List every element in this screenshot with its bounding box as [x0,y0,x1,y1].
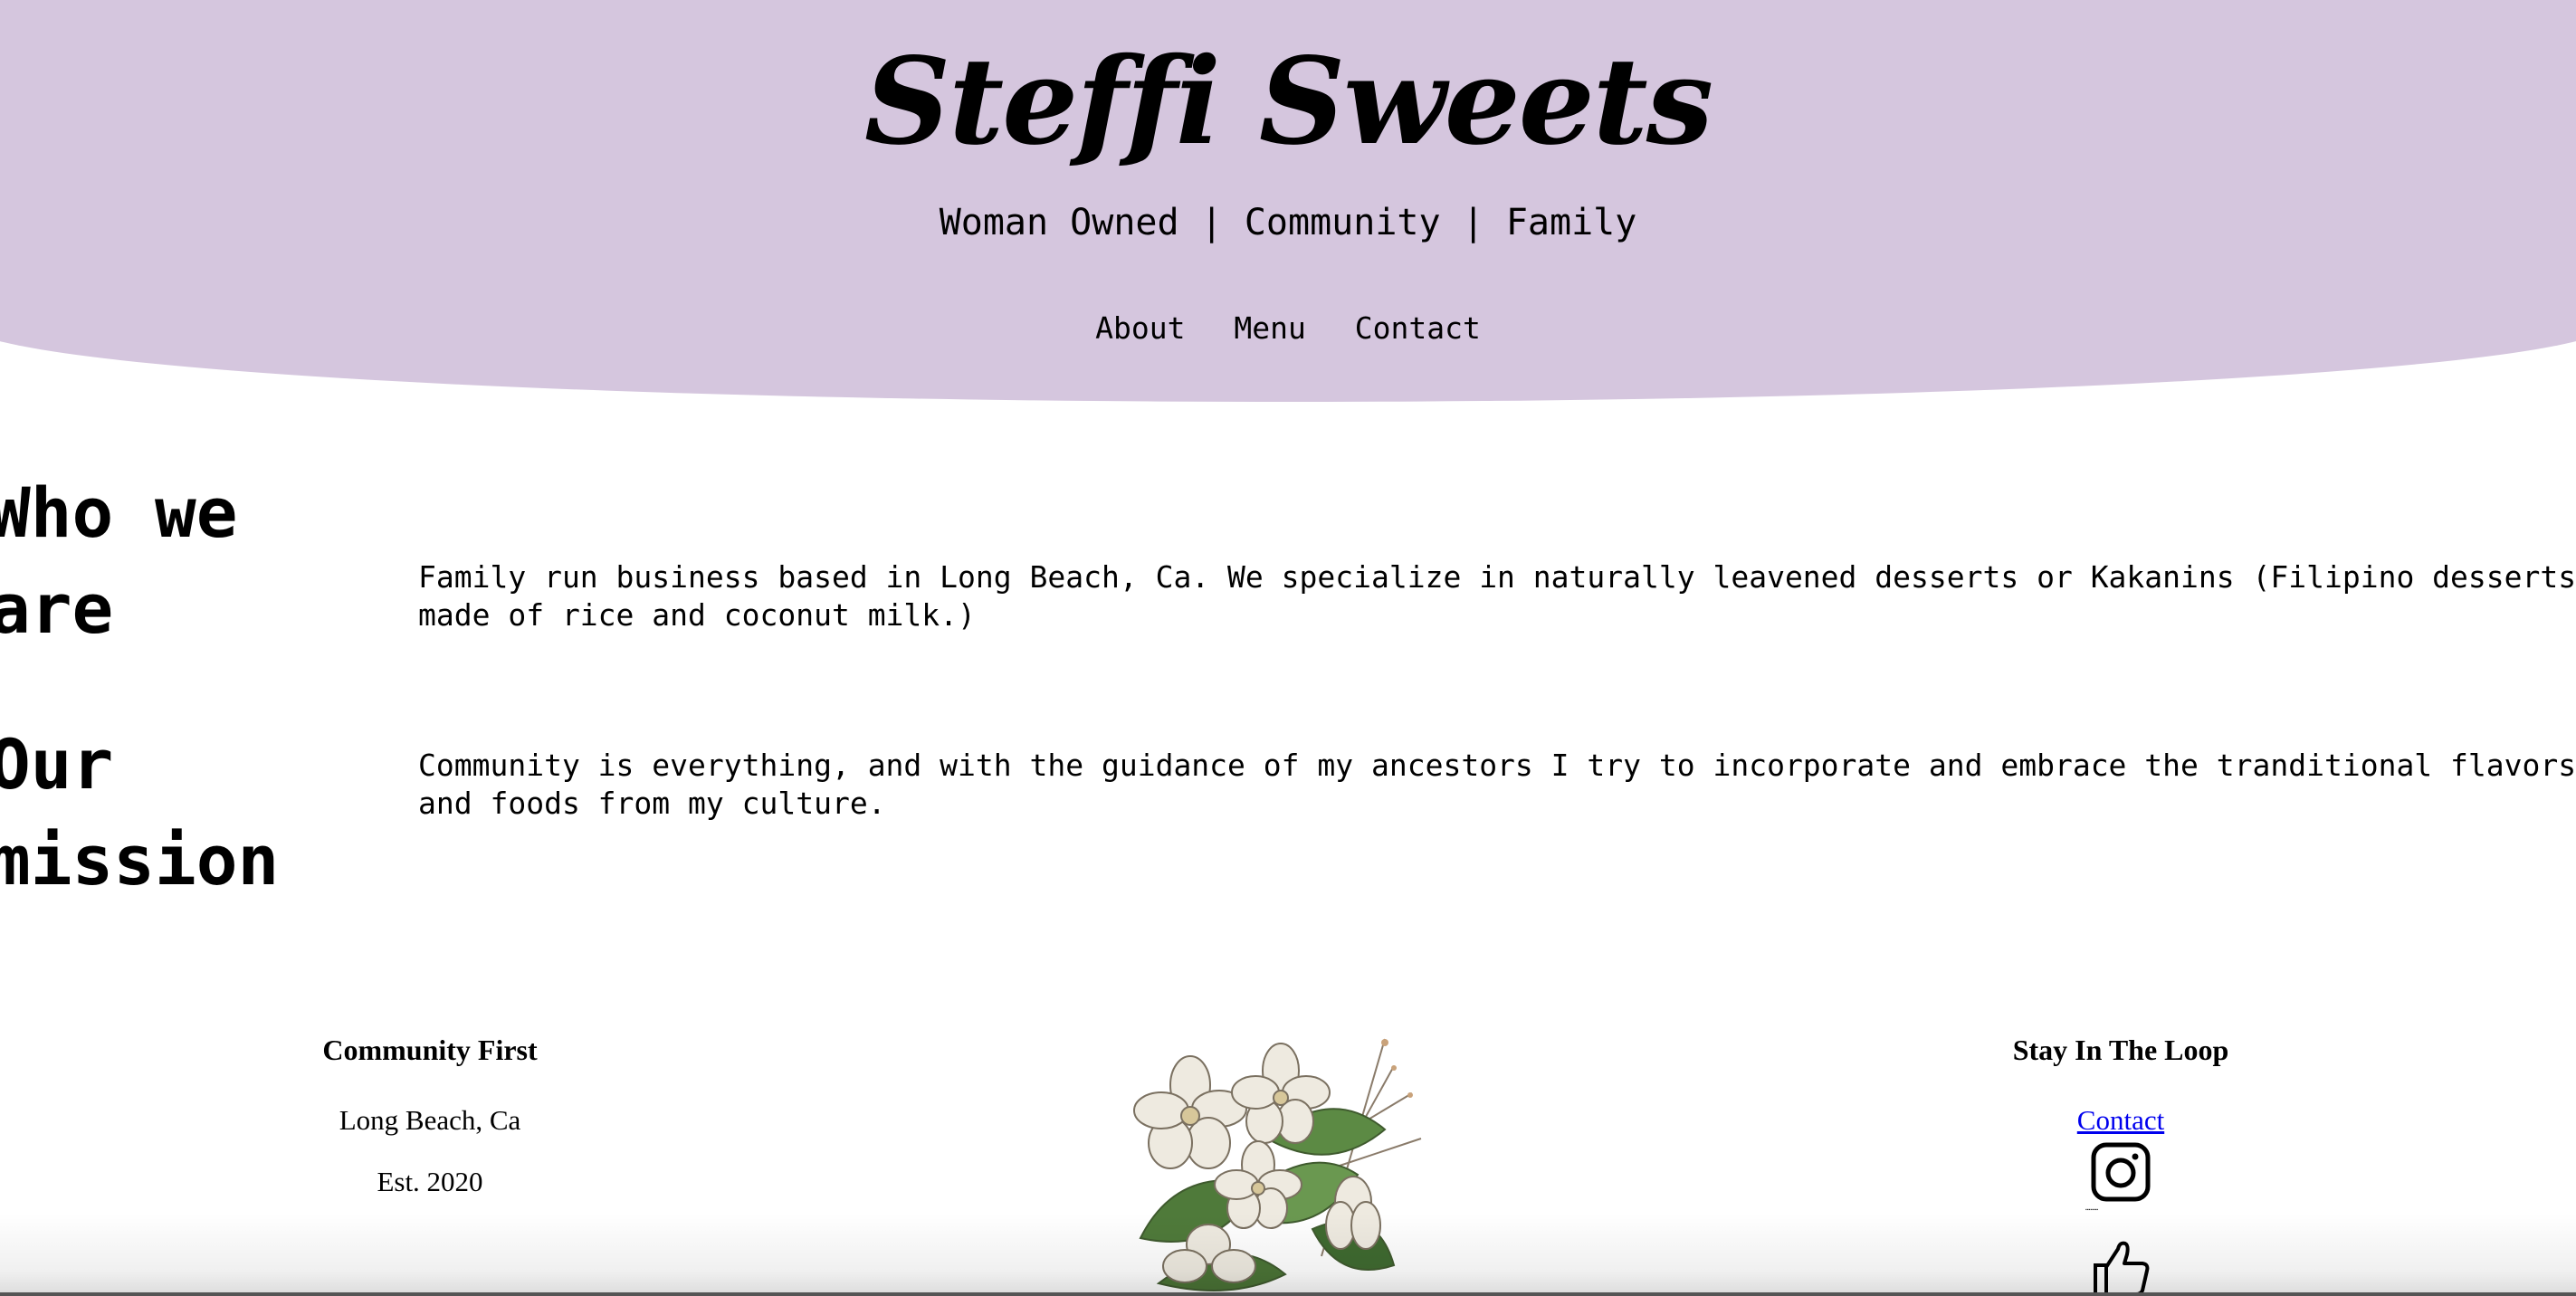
bottom-edge [0,1292,2576,1296]
footer-established: Est. 2020 [377,1166,483,1197]
footer-location: Long Beach, Ca [339,1104,521,1136]
site-title: Steffi Sweets [863,32,1713,172]
footer-heading: Community First [322,1034,538,1066]
flower-bouquet-image [1133,1038,1422,1291]
heading-line: Who we [0,472,238,553]
instagram-icon[interactable] [2091,1142,2151,1202]
nav-contact[interactable]: Contact [1355,310,1481,346]
nav-menu[interactable]: Menu [1234,310,1305,346]
instagram-caption: ▪▪▪▪▪▪▪▪ [2085,1207,2099,1213]
heading-line: mission [0,820,280,901]
heading-line: are [0,568,114,649]
our-mission-text: Community is everything, and with the gu… [418,748,2576,821]
footer-community: Community First Long Beach, Ca Est. 2020 [249,1032,611,1200]
who-we-are-text: Family run business based in Long Beach,… [418,559,2576,633]
footer-contact-link[interactable]: Contact [2077,1104,2164,1136]
footer-stay-in-loop: Stay In The Loop Contact [1940,1032,2302,1139]
nav-about[interactable]: About [1095,310,1185,346]
main-nav: About Menu Contact [0,306,2576,351]
our-mission-heading: Our mission [0,717,279,909]
tagline: Woman Owned | Community | Family [939,202,1637,243]
footer-heading: Stay In The Loop [2012,1034,2229,1066]
thumbs-up-icon[interactable] [2093,1240,2151,1296]
who-we-are-heading: Who we are [0,465,238,657]
heading-line: Our [0,724,114,805]
